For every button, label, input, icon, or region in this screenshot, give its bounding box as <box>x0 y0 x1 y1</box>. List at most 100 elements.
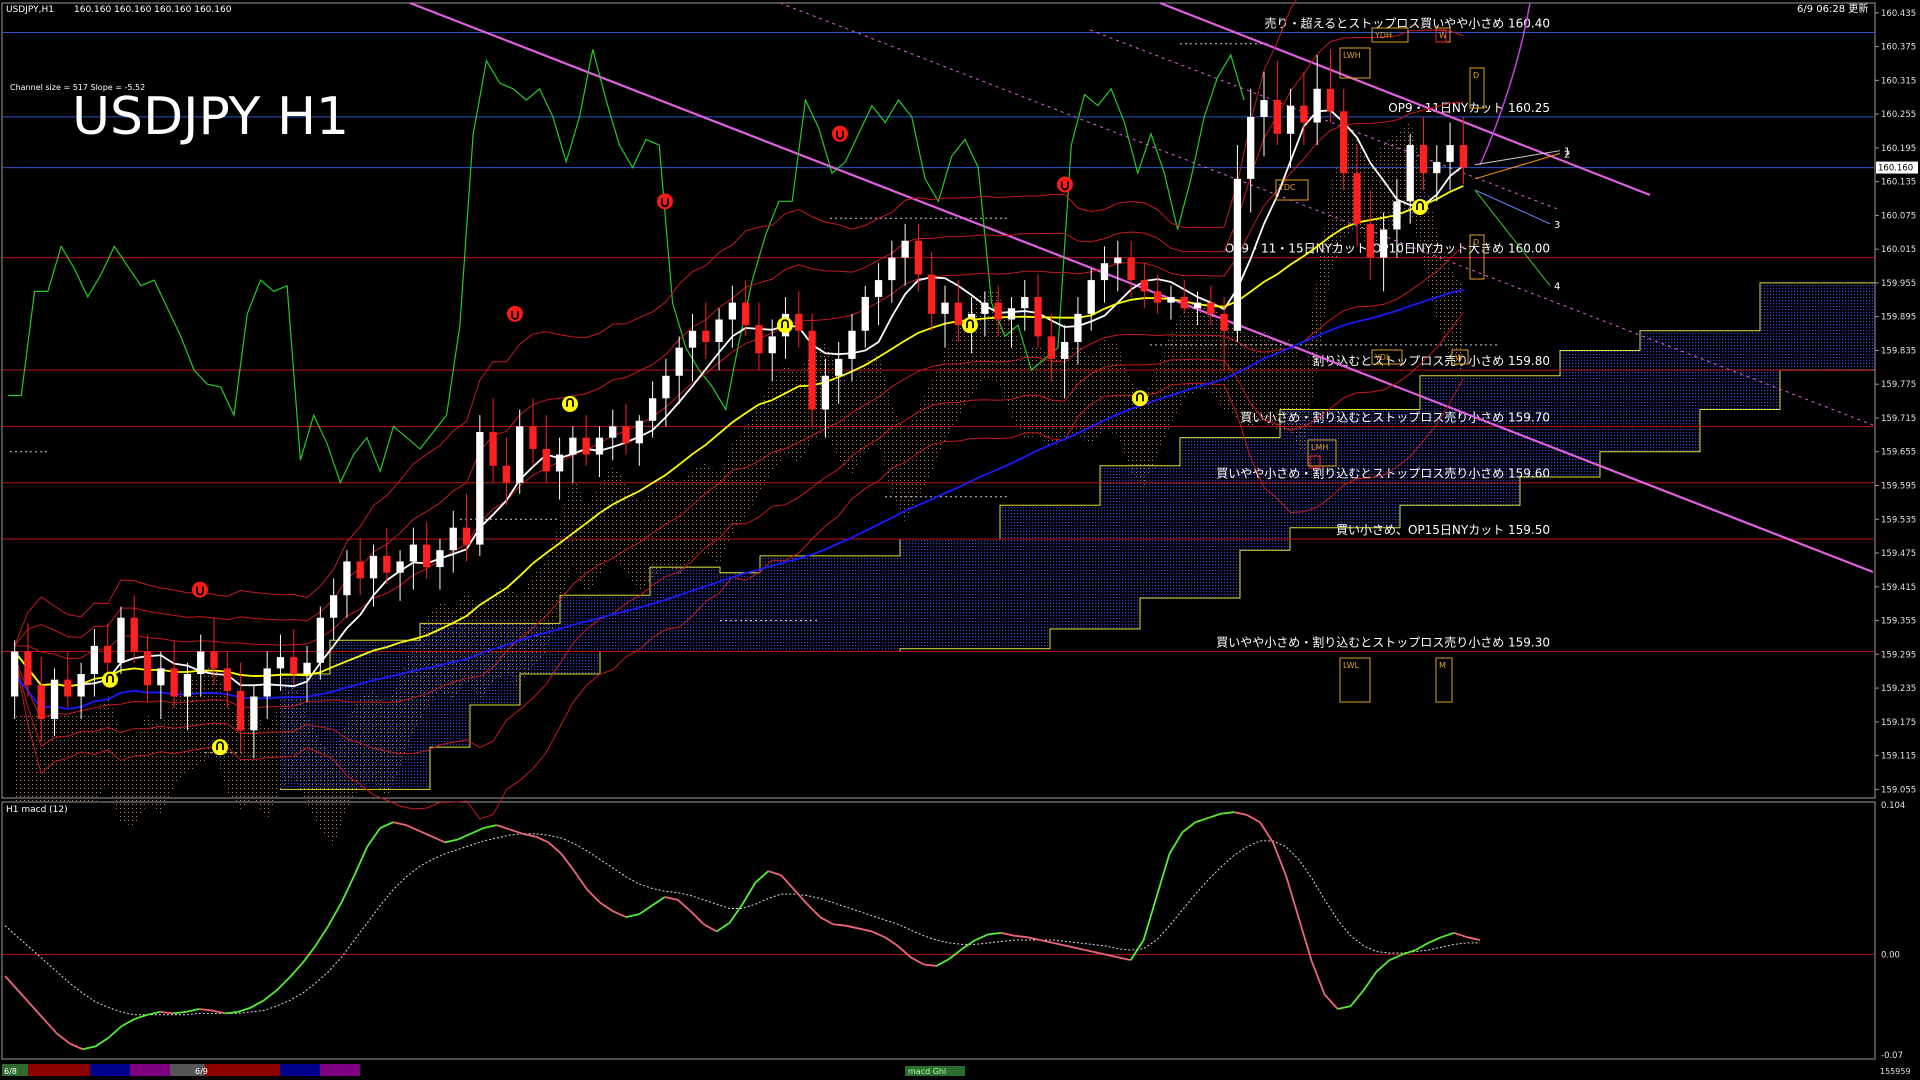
pivot-box-label: LWH <box>1343 51 1361 60</box>
candle-body <box>688 330 697 348</box>
candle-body <box>622 426 630 444</box>
date-label: 6/9 <box>195 1067 208 1076</box>
date-label: 6/8 <box>4 1067 17 1076</box>
candle-body <box>1419 145 1428 174</box>
date-bar-segment <box>90 1064 130 1076</box>
candle-body <box>1247 116 1255 179</box>
candle-body <box>50 679 59 720</box>
price-tick-label: 159.355 <box>1881 617 1916 627</box>
candle-body <box>569 437 577 455</box>
candle-body <box>1180 296 1188 309</box>
price-tick-label: 159.055 <box>1881 785 1916 795</box>
candle-body <box>1220 313 1228 331</box>
candle-body <box>1074 313 1082 343</box>
candle-body <box>1140 280 1149 292</box>
price-tick-label: 160.315 <box>1881 76 1916 86</box>
price-tick-label: 159.595 <box>1881 482 1916 492</box>
candle-body <box>1007 308 1016 320</box>
candle-body <box>1406 145 1414 202</box>
candle-body <box>1100 263 1109 281</box>
order-level-label: 買いやや小さめ・割り込むとストップロス売り小さめ 159.60 <box>1216 466 1550 481</box>
candle-body <box>329 595 338 618</box>
candle-body <box>1366 223 1374 258</box>
candle-body <box>914 240 923 275</box>
candle-body <box>648 398 657 421</box>
price-tick-label: 160.375 <box>1881 43 1916 53</box>
candle-body <box>223 668 231 691</box>
price-tick-label: 159.715 <box>1881 414 1916 424</box>
candle-body <box>662 375 670 399</box>
candle-body <box>210 651 218 669</box>
forex-chart[interactable]: 売り・超えるとストップロス買いやや小さめ 160.40OP9・11日NYカット … <box>0 0 1920 1080</box>
candle-body <box>1193 302 1202 309</box>
order-level-label: OP9・11・15日NYカット/OP10日NYカット大きめ 160.00 <box>1225 242 1550 256</box>
candle-body <box>728 302 737 320</box>
candle-body <box>423 544 431 568</box>
candle-body <box>1313 88 1321 123</box>
candle-body <box>1233 178 1242 331</box>
header-symbol: USDJPY,H1 <box>6 5 54 15</box>
candle-body <box>1459 145 1468 168</box>
candle-body <box>1047 336 1055 359</box>
candle-body <box>755 325 763 354</box>
bottom-date-bar: 6/8 6/9 <box>2 1064 360 1076</box>
price-tick-label: 159.955 <box>1881 279 1916 289</box>
candle-body <box>462 527 471 545</box>
candle-body <box>928 274 936 314</box>
candle-body <box>183 674 192 697</box>
candle-body <box>409 544 418 562</box>
candle-body <box>715 319 723 343</box>
macd-title: H1 macd (12) <box>6 805 68 815</box>
candle-body <box>941 302 949 314</box>
candle-body <box>64 679 72 697</box>
candle-body <box>356 561 364 579</box>
candle-body <box>595 437 604 455</box>
candle-body <box>1286 105 1295 134</box>
date-bar-segment <box>28 1064 90 1076</box>
price-tick-label: 160.195 <box>1881 144 1916 154</box>
header-datetime: 6/9 06:28 更新 <box>1797 2 1868 15</box>
candle-body <box>795 313 803 331</box>
candle-body <box>197 651 205 675</box>
price-tick-label: 159.235 <box>1881 684 1916 694</box>
candle-body <box>888 257 896 281</box>
candle-body <box>1273 100 1281 134</box>
price-tick-label: 160.255 <box>1881 110 1916 120</box>
candle-body <box>316 617 324 663</box>
candle-body <box>1393 201 1401 230</box>
candle[interactable] <box>476 415 484 556</box>
projection-number: 2 <box>1564 149 1570 160</box>
candle-body <box>516 426 524 483</box>
date-bar-segment <box>205 1064 280 1076</box>
candle-body <box>542 448 550 472</box>
candle-body <box>303 662 311 675</box>
current-price-label: 160.160 <box>1878 164 1913 174</box>
candle-body <box>1379 229 1388 258</box>
candle-body <box>768 336 776 354</box>
candle-body <box>1207 302 1215 314</box>
candle-body <box>741 302 750 326</box>
candle-body <box>104 645 112 663</box>
candle-body <box>821 375 830 410</box>
price-tick-label: 160.135 <box>1881 178 1916 188</box>
candle-body <box>848 330 856 359</box>
pivot-box-label: YDL <box>1374 353 1391 362</box>
candle-body <box>24 651 32 686</box>
price-tick-label: 159.295 <box>1881 650 1916 660</box>
candle-body <box>1167 296 1175 303</box>
candle-body <box>1034 296 1042 337</box>
candle-body <box>1353 173 1361 224</box>
candle-body <box>1114 257 1122 264</box>
candle[interactable] <box>808 313 816 427</box>
header-ohlc: 160.160 160.160 160.160 160.160 <box>74 5 232 15</box>
pivot-box-label: D <box>1473 71 1479 80</box>
candle-body <box>436 550 444 568</box>
candle-body <box>77 674 85 697</box>
candle-body <box>90 645 99 675</box>
candle-body <box>276 657 285 669</box>
projection-number: 4 <box>1554 282 1560 293</box>
candle-body <box>502 465 511 483</box>
projection-number: 3 <box>1554 220 1560 231</box>
price-tick-label: 159.475 <box>1881 549 1916 559</box>
candle-body <box>1021 296 1029 309</box>
